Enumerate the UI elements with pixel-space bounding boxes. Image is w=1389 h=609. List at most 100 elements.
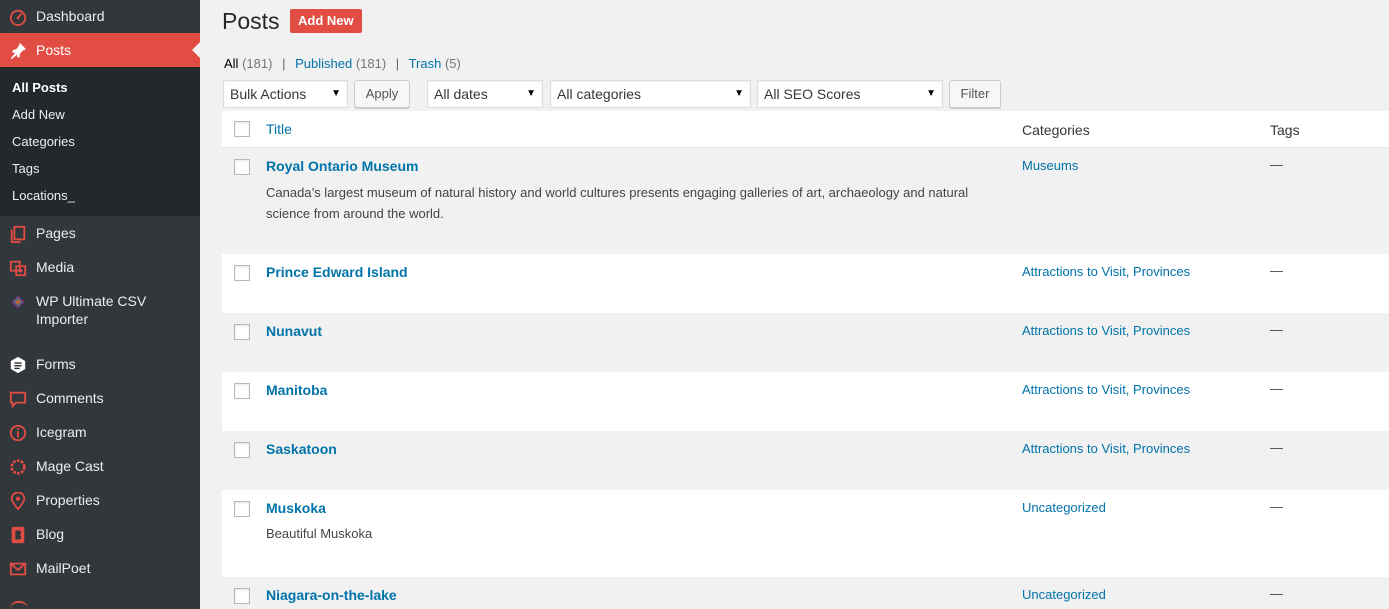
post-excerpt: Canada’s largest museum of natural histo… <box>266 185 969 221</box>
comments-icon <box>8 389 28 409</box>
location-pin-icon <box>8 491 28 511</box>
menu-magecast[interactable]: Mage Cast <box>0 449 200 483</box>
post-tags: — <box>1270 499 1283 514</box>
dates-value: All dates <box>434 86 488 102</box>
row-checkbox[interactable] <box>234 501 250 517</box>
submenu-categories[interactable]: Categories <box>12 134 75 150</box>
filter-published-link[interactable]: Published <box>295 56 352 71</box>
menu-forms[interactable]: Forms <box>0 347 200 381</box>
categories-select[interactable]: All categories ▼ <box>550 80 751 108</box>
menu-pages[interactable]: Pages <box>0 216 200 250</box>
main-content: Posts Add New All (181) | Published (181… <box>200 0 1389 609</box>
table-row: Saskatoon Attractions to Visit, Province… <box>222 431 1389 490</box>
menu-properties-label: Properties <box>36 492 100 508</box>
menu-icegram-label: Icegram <box>36 424 87 440</box>
menu-mailpoet[interactable]: MailPoet <box>0 551 200 585</box>
icegram-icon <box>8 423 28 443</box>
menu-posts[interactable]: Posts <box>0 33 200 67</box>
table-row: Niagara-on-the-lake Uncategorized — <box>222 577 1389 609</box>
post-categories-link[interactable]: Attractions to Visit, Provinces <box>1022 441 1190 456</box>
post-categories-link[interactable]: Attractions to Visit, Provinces <box>1022 382 1190 397</box>
filter-all-link[interactable]: All <box>224 56 238 71</box>
submenu-all-posts[interactable]: All Posts <box>12 80 68 96</box>
post-tags: — <box>1270 157 1283 172</box>
pages-icon <box>8 224 28 244</box>
menu-pages-label: Pages <box>36 225 76 241</box>
magecast-icon <box>8 457 28 477</box>
mail-icon <box>8 559 28 579</box>
menu-forms-label: Forms <box>36 356 76 372</box>
post-categories-link[interactable]: Attractions to Visit, Provinces <box>1022 264 1190 279</box>
row-checkbox[interactable] <box>234 383 250 399</box>
post-title-link[interactable]: Nunavut <box>266 323 322 339</box>
column-tags-header: Tags <box>1270 122 1300 138</box>
dashboard-icon <box>8 7 28 27</box>
media-icon <box>8 258 28 278</box>
pushpin-icon <box>8 41 28 61</box>
seo-scores-select[interactable]: All SEO Scores ▼ <box>757 80 943 108</box>
submenu-locations[interactable]: Locations_ <box>12 188 75 204</box>
bulk-actions-select[interactable]: Bulk Actions ▼ <box>223 80 348 108</box>
page-title: Posts <box>222 8 280 34</box>
row-checkbox[interactable] <box>234 265 250 281</box>
post-categories-link[interactable]: Uncategorized <box>1022 587 1106 602</box>
submenu-tags[interactable]: Tags <box>12 161 39 177</box>
post-tags: — <box>1270 381 1283 396</box>
menu-blog[interactable]: Blog <box>0 517 200 551</box>
post-categories-link[interactable]: Museums <box>1022 158 1078 173</box>
post-title-link[interactable]: Manitoba <box>266 382 327 398</box>
filter-trash-count: (5) <box>444 56 461 71</box>
column-title-header[interactable]: Title <box>266 121 292 137</box>
submenu-add-new[interactable]: Add New <box>12 107 65 123</box>
table-row: Royal Ontario Museum Canada’s largest mu… <box>222 148 1389 254</box>
dates-select[interactable]: All dates ▼ <box>427 80 543 108</box>
menu-media[interactable]: Media <box>0 250 200 284</box>
post-title-link[interactable]: Saskatoon <box>266 441 337 457</box>
blog-icon <box>8 525 28 545</box>
row-checkbox[interactable] <box>234 159 250 175</box>
post-tags: — <box>1270 586 1283 601</box>
admin-sidebar: Dashboard Posts All Posts Add New Catego… <box>0 0 200 609</box>
menu-blog-label: Blog <box>36 526 65 542</box>
chevron-down-icon: ▼ <box>526 88 536 99</box>
post-title-link[interactable]: Niagara-on-the-lake <box>266 587 397 603</box>
post-categories-link[interactable]: Attractions to Visit, Provinces <box>1022 323 1190 338</box>
post-title-link[interactable]: Prince Edward Island <box>266 264 408 280</box>
row-checkbox[interactable] <box>234 588 250 604</box>
menu-dashboard-label: Dashboard <box>36 8 105 24</box>
filter-trash-link[interactable]: Trash <box>409 56 442 71</box>
table-row: Manitoba Attractions to Visit, Provinces… <box>222 372 1389 431</box>
post-tags: — <box>1270 322 1283 337</box>
post-tags: — <box>1270 263 1283 278</box>
filter-button[interactable]: Filter <box>949 80 1001 108</box>
menu-csv-importer[interactable]: WP Ultimate CSV Importer <box>0 284 200 347</box>
column-categories-header: Categories <box>1022 122 1090 138</box>
forms-icon <box>8 355 28 375</box>
filter-separator: | <box>282 56 286 71</box>
post-categories-link[interactable]: Uncategorized <box>1022 500 1106 515</box>
partial-menu-icon <box>10 601 28 609</box>
row-checkbox[interactable] <box>234 442 250 458</box>
row-checkbox[interactable] <box>234 324 250 340</box>
posts-submenu: All Posts Add New Categories Tags Locati… <box>0 67 200 216</box>
table-row: Nunavut Attractions to Visit, Provinces … <box>222 313 1389 372</box>
post-title-link[interactable]: Royal Ontario Museum <box>266 158 418 174</box>
apply-button[interactable]: Apply <box>354 80 410 108</box>
post-excerpt: Beautiful Muskoka <box>266 526 373 541</box>
menu-icegram[interactable]: Icegram <box>0 415 200 449</box>
post-tags: — <box>1270 440 1283 455</box>
menu-dashboard[interactable]: Dashboard <box>0 0 200 33</box>
menu-media-label: Media <box>36 259 75 275</box>
add-new-button[interactable]: Add New <box>290 9 362 33</box>
menu-comments[interactable]: Comments <box>0 381 200 415</box>
menu-posts-label: Posts <box>36 42 72 58</box>
categories-value: All categories <box>557 86 642 102</box>
chevron-down-icon: ▼ <box>926 88 936 99</box>
menu-mailpoet-label: MailPoet <box>36 560 91 576</box>
seo-scores-value: All SEO Scores <box>764 86 861 102</box>
post-title-link[interactable]: Muskoka <box>266 500 326 516</box>
select-all-checkbox[interactable] <box>234 121 250 137</box>
filter-separator: | <box>395 56 400 71</box>
menu-properties[interactable]: Properties <box>0 483 200 517</box>
filter-published-count: (181) <box>355 56 387 71</box>
